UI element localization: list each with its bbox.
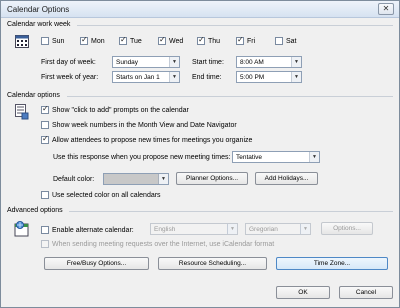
- response-select[interactable]: Tentative ▼: [232, 151, 320, 163]
- advanced-options-divider: [69, 211, 393, 212]
- end-time-value: 5:00 PM: [240, 73, 265, 81]
- use-selected-color-label: Use selected color on all calendars: [52, 191, 161, 199]
- checkbox-box: [41, 226, 49, 234]
- checkbox-box: [119, 35, 127, 45]
- time-zone-button[interactable]: Time Zone...: [276, 257, 388, 270]
- alt-calendar-select[interactable]: Gregorian ▼: [245, 223, 311, 235]
- checkbox-box: [275, 37, 283, 45]
- add-holidays-button[interactable]: Add Holidays...: [255, 172, 318, 185]
- day-checkbox-wed[interactable]: Wed: [158, 35, 184, 45]
- show-week-numbers-label: Show week numbers in the Month View and …: [52, 121, 237, 129]
- checkbox-box: [197, 35, 205, 45]
- first-week-value: Starts on Jan 1: [116, 73, 160, 81]
- checkbox-box: [158, 35, 166, 45]
- response-value: Tentative: [236, 153, 263, 161]
- show-click-to-add-label: Show "click to add" prompts on the calen…: [52, 106, 189, 114]
- default-color-label: Default color:: [53, 176, 95, 183]
- chevron-down-icon: ▼: [158, 174, 168, 184]
- alt-language-select[interactable]: English ▼: [150, 223, 238, 235]
- day-label: Fri: [247, 37, 256, 45]
- planner-options-button[interactable]: Planner Options...: [176, 172, 248, 185]
- icalendar-label: When sending meeting requests over the I…: [52, 240, 275, 248]
- day-label: Wed: [169, 37, 184, 45]
- day-checkbox-sun[interactable]: Sun: [41, 37, 64, 45]
- day-label: Sun: [52, 37, 65, 45]
- day-checkbox-mon[interactable]: Mon: [80, 35, 105, 45]
- start-time-label: Start time:: [192, 59, 224, 66]
- first-week-label: First week of year:: [41, 74, 99, 81]
- start-time-select[interactable]: 8:00 AM ▼: [236, 56, 302, 68]
- checkbox-box: [80, 35, 88, 45]
- end-time-label: End time:: [192, 74, 222, 81]
- chevron-down-icon: ▼: [169, 57, 179, 67]
- first-day-label: First day of week:: [41, 59, 96, 66]
- chevron-down-icon: ▼: [300, 224, 310, 234]
- work-week-divider: [77, 25, 393, 26]
- day-label: Mon: [91, 37, 105, 45]
- checkbox-box: [41, 191, 49, 199]
- chevron-down-icon: ▼: [169, 72, 179, 82]
- checkbox-box: [41, 104, 49, 114]
- day-label: Thu: [208, 37, 221, 45]
- ok-button[interactable]: OK: [276, 286, 330, 299]
- day-checkbox-thu[interactable]: Thu: [197, 35, 221, 45]
- icalendar-checkbox[interactable]: When sending meeting requests over the I…: [41, 240, 274, 248]
- first-week-select[interactable]: Starts on Jan 1 ▼: [112, 71, 180, 83]
- free-busy-options-button[interactable]: Free/Busy Options...: [44, 257, 149, 270]
- window-title: Calendar Options: [7, 5, 70, 14]
- alt-calendar-options-button[interactable]: Options...: [321, 222, 373, 235]
- enable-alt-calendar-checkbox[interactable]: Enable alternate calendar:: [41, 226, 134, 234]
- checkbox-box: [236, 35, 244, 45]
- calendar-grid-icon: [15, 34, 29, 50]
- calendar-options-divider: [67, 96, 393, 97]
- start-time-value: 8:00 AM: [240, 58, 264, 66]
- resource-scheduling-button[interactable]: Resource Scheduling...: [158, 257, 267, 270]
- checkbox-box: [41, 37, 49, 45]
- day-label: Sat: [286, 37, 297, 45]
- chevron-down-icon: ▼: [227, 224, 237, 234]
- first-day-select[interactable]: Sunday ▼: [112, 56, 180, 68]
- calendar-options-heading: Calendar options: [7, 92, 60, 99]
- calendar-options-icon: [15, 104, 29, 122]
- enable-alt-calendar-label: Enable alternate calendar:: [52, 226, 134, 234]
- chevron-down-icon: ▼: [291, 57, 301, 67]
- allow-propose-checkbox[interactable]: Allow attendees to propose new times for…: [41, 134, 253, 144]
- checkbox-box: [41, 121, 49, 129]
- day-checkbox-fri[interactable]: Fri: [236, 35, 256, 45]
- work-week-heading: Calendar work week: [7, 21, 71, 28]
- day-checkbox-tue[interactable]: Tue: [119, 35, 142, 45]
- first-day-value: Sunday: [116, 58, 139, 66]
- calendar-options-dialog: Calendar Options ✕ Calendar work week Su…: [0, 0, 400, 308]
- alt-calendar-value: Gregorian: [249, 225, 278, 233]
- default-color-picker[interactable]: ▼: [103, 173, 169, 185]
- cancel-button[interactable]: Cancel: [339, 286, 393, 299]
- end-time-select[interactable]: 5:00 PM ▼: [236, 71, 302, 83]
- chevron-down-icon: ▼: [309, 152, 319, 162]
- checkbox-box: [41, 134, 49, 144]
- chevron-down-icon: ▼: [291, 72, 301, 82]
- response-label: Use this response when you propose new m…: [53, 154, 231, 161]
- close-button[interactable]: ✕: [378, 3, 394, 15]
- allow-propose-label: Allow attendees to propose new times for…: [52, 136, 253, 144]
- day-checkbox-sat[interactable]: Sat: [275, 37, 297, 45]
- alt-language-value: English: [154, 225, 176, 233]
- show-click-to-add-checkbox[interactable]: Show "click to add" prompts on the calen…: [41, 104, 189, 114]
- day-label: Tue: [130, 37, 142, 45]
- checkbox-box: [41, 240, 49, 248]
- show-week-numbers-checkbox[interactable]: Show week numbers in the Month View and …: [41, 121, 237, 129]
- globe-calendar-icon: [14, 221, 30, 239]
- use-selected-color-checkbox[interactable]: Use selected color on all calendars: [41, 191, 161, 199]
- title-bar: Calendar Options ✕: [1, 1, 399, 18]
- advanced-options-heading: Advanced options: [7, 207, 63, 214]
